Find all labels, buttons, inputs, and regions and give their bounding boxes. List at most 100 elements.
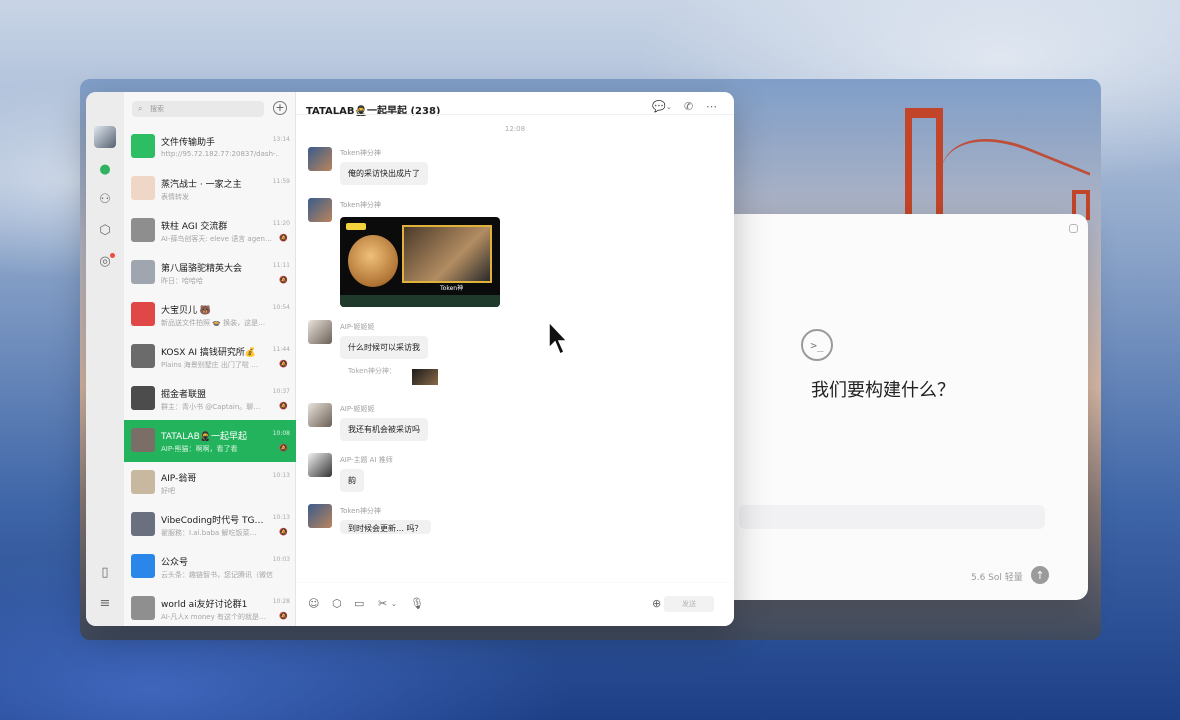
message-bubble[interactable]: 什么时候可以采访我 <box>340 336 428 359</box>
call-icon[interactable]: ✆ <box>684 100 693 113</box>
quoted-message[interactable]: Token神分神： <box>348 366 396 376</box>
contacts-icon[interactable]: ⚇ <box>97 192 113 208</box>
conversation-name: AIP-翁哥 <box>161 474 197 484</box>
conversation-name: 轶柱 AGI 交流群 <box>161 222 228 232</box>
emoji-icon[interactable]: ☺ <box>308 597 319 610</box>
sender-name: Token神分神 <box>340 201 381 209</box>
conversation-item[interactable]: world ai友好讨论群1 10:28 AI-凡人x money 有这个的就是… 🔕 <box>124 588 296 626</box>
image-tag <box>346 223 366 230</box>
conversation-preview: http://95.72.182.77:20837/dash-… <box>161 150 279 158</box>
conversation-time: 10:37 <box>272 388 290 395</box>
chat-bubble-icon[interactable]: 💬 <box>652 100 666 113</box>
header-divider <box>296 114 734 115</box>
window-corner-icon[interactable] <box>1069 224 1078 233</box>
conversation-avatar <box>131 344 155 368</box>
chevron-down-icon[interactable]: ⌄ <box>666 103 672 111</box>
mute-bell-icon: 🔕 <box>279 360 288 368</box>
sender-avatar[interactable] <box>308 198 332 222</box>
sender-name: Token神分神 <box>340 149 381 157</box>
conversation-list: ⌕ 搜索 + 文件传输助手 13:14 http://95.72.182.77:20… <box>124 92 296 626</box>
conversation-avatar <box>131 470 155 494</box>
conversation-avatar <box>131 176 155 200</box>
search-placeholder: 搜索 <box>150 105 164 113</box>
model-selector[interactable]: 5.6 Sol 轻量 <box>971 570 1023 583</box>
sender-avatar[interactable] <box>308 320 332 344</box>
chat-icon[interactable]: ● <box>97 162 113 178</box>
mute-bell-icon: 🔕 <box>279 402 288 410</box>
conversation-preview: 好吧 <box>161 487 175 495</box>
conversation-time: 10:13 <box>272 472 290 479</box>
search-icon: ⌕ <box>138 104 143 113</box>
message-bubble[interactable]: 俺的采访快出成片了 <box>340 162 428 185</box>
microphone-icon[interactable]: 🎙 <box>410 597 424 610</box>
bridge-tower <box>905 108 943 218</box>
message-timestamp: 12:08 <box>504 125 526 133</box>
conversation-time: 10:08 <box>272 430 290 437</box>
sender-avatar[interactable] <box>308 504 332 528</box>
conversation-preview: 翟服務：I.ai.baba 解吃饭菜… <box>161 529 257 537</box>
conversation-avatar <box>131 386 155 410</box>
conversation-time: 13:14 <box>272 136 290 143</box>
sender-name: AIP-主题 AI 推师 <box>340 456 393 464</box>
assistant-window: >_ 我们要构建什么？ 5.6 Sol 轻量 ↑ <box>733 214 1088 600</box>
conversation-avatar <box>131 512 155 536</box>
sticker-icon[interactable]: ⬡ <box>332 597 342 610</box>
add-circle-icon[interactable]: ⊕ <box>652 597 661 610</box>
conversation-avatar <box>131 218 155 242</box>
conversation-preview: Plains 海景别墅庄 出门了啦 … <box>161 361 259 369</box>
conversation-item[interactable]: KOSX AI 搞钱研究所💰 11:44 Plains 海景别墅庄 出门了啦 … 🔕 <box>124 336 296 378</box>
phone-icon[interactable]: ▯ <box>97 565 113 581</box>
conversation-name: 蒸汽战士 · 一家之主 <box>161 180 242 190</box>
sender-avatar[interactable] <box>308 147 332 171</box>
mute-bell-icon: 🔕 <box>279 276 288 284</box>
conversation-item[interactable]: 文件传输助手 13:14 http://95.72.182.77:20837/das… <box>124 126 296 168</box>
conversation-item[interactable]: 轶柱 AGI 交流群 11:20 AI-薛鸟创客天: eleve 语言 agen… 🔕 <box>124 210 296 252</box>
conversation-name: VibeCoding时代号 TG… <box>161 516 264 526</box>
notification-dot <box>110 253 115 258</box>
conversation-item[interactable]: 公众号 10:03 云头条：趣链智书，您记腾讯（微信 <box>124 546 296 588</box>
sender-avatar[interactable] <box>308 403 332 427</box>
folder-icon[interactable]: ▭ <box>354 597 364 610</box>
conversation-item[interactable]: VibeCoding时代号 TG… 10:13 翟服務：I.ai.baba 解吃饭菜… <box>124 504 296 546</box>
image-message[interactable]: Token神 <box>340 217 500 307</box>
cube-icon[interactable]: ⬡ <box>97 223 113 239</box>
add-button[interactable]: + <box>273 101 287 115</box>
quoted-image[interactable] <box>412 369 438 385</box>
send-arrow-icon[interactable]: ↑ <box>1031 566 1049 584</box>
send-button[interactable]: 发送 <box>664 596 714 612</box>
conversation-item[interactable]: AIP-翁哥 10:13 好吧 <box>124 462 296 504</box>
conversation-avatar <box>131 554 155 578</box>
more-icon[interactable]: ⋯ <box>706 100 717 113</box>
conversation-name: 第八届骆驼精英大会 <box>161 264 243 274</box>
conversation-item[interactable]: 掘金者联盟 10:37 群主：青小书 @Captain。聊… 🔕 <box>124 378 296 420</box>
conversation-time: 10:13 <box>272 514 290 521</box>
avatar[interactable] <box>94 126 116 148</box>
conversation-name: 文件传输助手 <box>161 138 216 148</box>
sender-name: Token神分神 <box>340 507 381 515</box>
chevron-down-icon[interactable]: ⌄ <box>391 600 397 608</box>
message-bubble[interactable]: 韵 <box>340 469 364 492</box>
menu-icon[interactable]: ≡ <box>97 596 113 612</box>
conversation-time: 11:44 <box>272 346 290 353</box>
sender-avatar[interactable] <box>308 453 332 477</box>
conversation-preview: AIP-熊猫：啊啊，看了看 <box>161 445 238 453</box>
conversation-time: 10:03 <box>272 556 290 563</box>
mute-bell-icon: 🔕 <box>279 612 288 620</box>
search-input[interactable]: ⌕ 搜索 <box>132 101 264 117</box>
conversation-item[interactable]: 第八届骆驼精英大会 11:11 昨日：哈哈哈 🔕 <box>124 252 296 294</box>
assistant-heading: 我们要构建什么？ <box>811 380 955 401</box>
conversation-time: 11:11 <box>272 262 290 269</box>
message-bubble[interactable]: 到时候会更新… 吗？ <box>340 520 431 534</box>
conversation-time: 10:54 <box>272 304 290 311</box>
scissors-icon[interactable]: ✂ <box>378 597 387 610</box>
conversation-item[interactable]: 蒸汽战士 · 一家之主 11:59 表情转发 <box>124 168 296 210</box>
conversation-preview: AI-薛鸟创客天: eleve 语言 agen… <box>161 235 272 243</box>
conversation-preview: 表情转发 <box>161 193 189 201</box>
assistant-input[interactable] <box>739 505 1045 529</box>
terminal-logo-icon: >_ <box>801 329 833 361</box>
image-subtitle-bar <box>340 295 500 307</box>
conversation-item[interactable]: 大宝贝儿 🐻 10:54 新品送文件拍照 🍲 换装，这是… <box>124 294 296 336</box>
conversation-preview: 新品送文件拍照 🍲 换装，这是… <box>161 319 266 327</box>
message-bubble[interactable]: 我还有机会被采访吗 <box>340 418 428 441</box>
conversation-item[interactable]: TATALAB🥷一起早起 10:08 AIP-熊猫：啊啊，看了看 🔕 <box>124 420 296 462</box>
